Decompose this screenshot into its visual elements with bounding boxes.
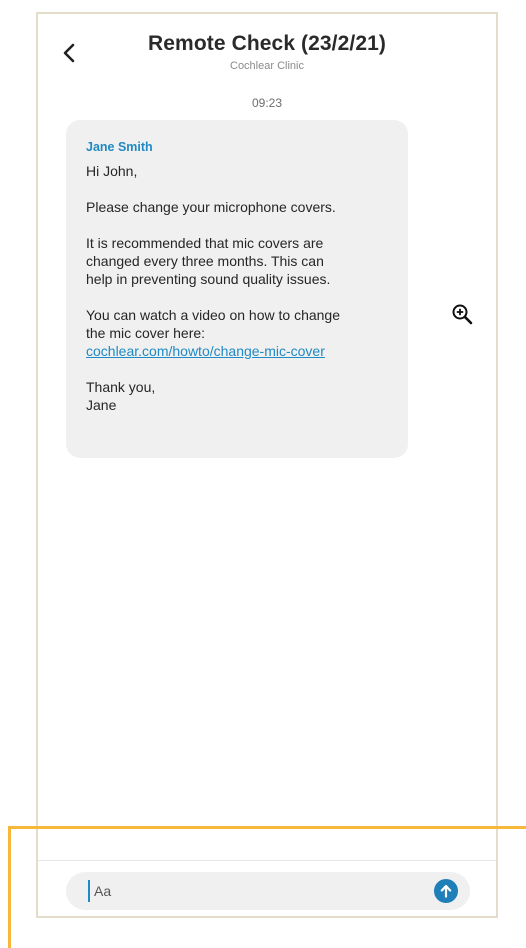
message-line: You can watch a video on how to change [86,307,341,323]
conversation-header: Remote Check (23/2/21) Cochlear Clinic 0… [38,14,496,124]
message-line: help in preventing sound quality issues. [86,271,331,287]
composer-divider [38,860,496,861]
message-line: the mic cover here: [86,325,206,341]
message-signature: Jane [86,397,117,413]
phone-screen: Remote Check (23/2/21) Cochlear Clinic 0… [36,12,498,918]
message-line: changed every three months. This can [86,253,324,269]
message-greeting: Hi John, [86,163,138,179]
message-closing: Thank you, [86,379,156,395]
sender-name: Jane Smith [86,140,153,154]
zoom-in-button[interactable] [450,302,474,326]
page-title: Remote Check (23/2/21) [148,32,386,55]
clinic-name: Cochlear Clinic [230,60,304,72]
message-line: Please change your microphone covers. [86,199,336,215]
message-composer [66,872,470,910]
highlight-frame-top [8,826,526,829]
message-line: It is recommended that mic covers are [86,235,324,251]
zoom-in-icon [452,304,473,325]
video-link[interactable]: cochlear.com/howto/change-mic-cover [86,342,390,360]
send-button[interactable] [434,879,458,903]
message-input[interactable] [94,872,394,910]
text-caret [88,880,90,902]
highlight-frame-left [8,826,11,948]
send-arrow-up-icon [440,884,452,898]
message-timestamp: 09:23 [251,96,283,110]
message-bubble: Jane Smith Hi John, Please change your m… [66,120,408,458]
